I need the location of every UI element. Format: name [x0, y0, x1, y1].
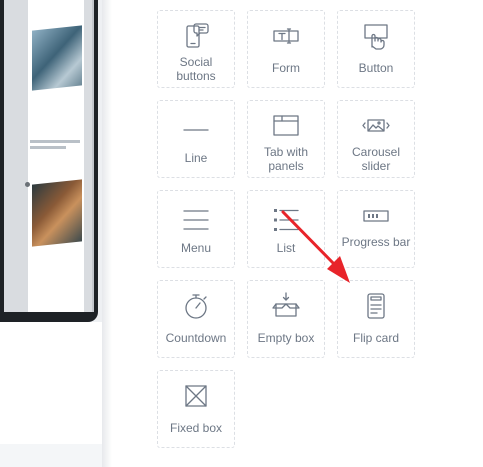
empty-box-icon	[271, 291, 301, 321]
widget-label: Fixed box	[169, 421, 223, 435]
fixed-box-icon	[181, 381, 211, 411]
widget-flip-card[interactable]: Flip card	[337, 280, 415, 358]
phone-mockup	[0, 0, 98, 322]
progress-bar-icon	[361, 201, 391, 231]
widget-label: Progress bar	[341, 235, 411, 249]
preview-pane	[0, 0, 102, 467]
line-icon	[181, 115, 211, 145]
widget-label: Menu	[180, 241, 212, 255]
preview-text-line	[30, 140, 80, 143]
widget-label: Button	[358, 61, 394, 75]
carousel-slider-icon	[361, 111, 391, 141]
form-icon	[271, 21, 301, 51]
menu-icon	[181, 205, 211, 235]
social-buttons-icon	[181, 21, 211, 51]
flip-card-icon	[361, 291, 391, 321]
phone-screen	[28, 0, 84, 312]
widget-fixed-box[interactable]: Fixed box	[157, 370, 235, 448]
widget-label: Form	[272, 61, 300, 75]
widget-label: Flip card	[352, 331, 399, 345]
widget-label: Empty box	[257, 331, 315, 345]
widget-label: Line	[184, 151, 208, 165]
widget-label: Carousel slider	[351, 145, 401, 173]
countdown-icon	[181, 291, 211, 321]
preview-image	[32, 179, 82, 247]
widget-label: Tab with panels	[263, 145, 309, 173]
widget-countdown[interactable]: Countdown	[157, 280, 235, 358]
widget-label: Social buttons	[176, 55, 216, 83]
widget-carousel-slider[interactable]: Carousel slider	[337, 100, 415, 178]
widget-label: Countdown	[165, 331, 227, 345]
widget-tab-panels[interactable]: Tab with panels	[247, 100, 325, 178]
phone-sensor	[25, 182, 30, 187]
widget-menu[interactable]: Menu	[157, 190, 235, 268]
preview-footer	[0, 444, 102, 467]
widget-form[interactable]: Form	[247, 10, 325, 88]
widget-social-buttons[interactable]: Social buttons	[157, 10, 235, 88]
preview-image	[32, 25, 82, 91]
widget-empty-box[interactable]: Empty box	[247, 280, 325, 358]
pane-divider	[102, 0, 112, 467]
preview-bottom-area	[0, 322, 102, 445]
widget-line[interactable]: Line	[157, 100, 235, 178]
widget-label: List	[276, 241, 296, 255]
preview-text-line	[30, 146, 66, 149]
widget-button[interactable]: Button	[337, 10, 415, 88]
button-icon	[361, 21, 391, 51]
widget-list[interactable]: List	[247, 190, 325, 268]
tab-panels-icon	[271, 111, 301, 141]
list-icon	[271, 205, 301, 235]
widget-progress-bar[interactable]: Progress bar	[337, 190, 415, 268]
